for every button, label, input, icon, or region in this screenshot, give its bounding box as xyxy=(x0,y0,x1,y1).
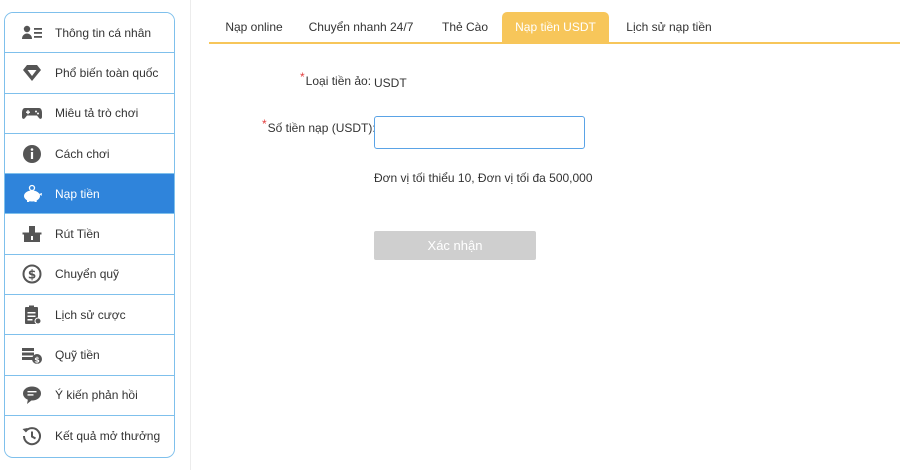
amount-label: *Số tiền nạp (USDT): xyxy=(262,117,376,135)
withdraw-icon xyxy=(21,223,43,245)
tab-usdt-deposit[interactable]: Nạp tiền USDT xyxy=(502,12,609,43)
info-icon xyxy=(21,143,43,165)
amount-label-text: Số tiền nạp (USDT): xyxy=(267,121,376,135)
sidebar-item-national-promo[interactable]: Phổ biến toàn quốc xyxy=(5,53,174,94)
sidebar-item-how-to-play[interactable]: Cách chơi xyxy=(5,133,174,175)
sidebar-item-label: Cách chơi xyxy=(55,146,110,161)
gamepad-icon xyxy=(21,102,43,124)
tab-scratch-card[interactable]: Thẻ Cào xyxy=(434,12,496,43)
piggy-bank-icon xyxy=(21,183,43,205)
currency-label-text: Loại tiền ảo: xyxy=(305,74,372,88)
sidebar-item-label: Quỹ tiền xyxy=(55,348,100,363)
sidebar-item-label: Miêu tả trò chơi xyxy=(55,106,139,121)
svg-text:$: $ xyxy=(34,355,40,364)
dollar-exchange-icon: $ xyxy=(21,263,43,285)
required-mark: * xyxy=(300,70,305,84)
sidebar-item-deposit[interactable]: Nạp tiền xyxy=(5,174,174,215)
user-card-icon xyxy=(21,22,43,44)
sidebar-item-personal-info[interactable]: Thông tin cá nhân xyxy=(5,13,174,54)
deposit-tabs: Nạp online Chuyển nhanh 24/7 Thẻ Cào Nạp… xyxy=(209,12,900,44)
amount-limit-hint: Đơn vị tối thiểu 10, Đơn vị tối đa 500,0… xyxy=(374,171,593,185)
clipboard-icon xyxy=(21,304,43,326)
currency-value: USDT xyxy=(374,76,407,90)
sidebar-item-withdraw[interactable]: Rút Tiền xyxy=(5,214,174,255)
tab-deposit-history[interactable]: Lịch sử nạp tiền xyxy=(619,12,719,43)
diamond-icon xyxy=(21,62,43,84)
history-icon xyxy=(21,425,43,447)
sidebar-item-label: Thông tin cá nhân xyxy=(55,25,152,40)
sidebar-menu: Thông tin cá nhân Phổ biến toàn quốc Miê… xyxy=(4,12,175,458)
coin-stack-icon: $ xyxy=(21,344,43,366)
sidebar-item-label: Nạp tiền xyxy=(55,186,100,201)
svg-text:$: $ xyxy=(28,268,36,282)
sidebar-item-label: Kết quả mở thưởng xyxy=(55,429,161,444)
required-mark: * xyxy=(262,117,267,131)
sidebar-item-wallet[interactable]: $ Quỹ tiền xyxy=(5,335,174,376)
amount-input[interactable] xyxy=(374,116,585,149)
sidebar-item-draw-results[interactable]: Kết quả mở thưởng xyxy=(5,415,174,457)
sidebar-item-label: Phổ biến toàn quốc xyxy=(55,65,159,80)
sidebar-item-feedback[interactable]: Ý kiến phản hồi xyxy=(5,375,174,416)
tab-online-deposit[interactable]: Nạp online xyxy=(216,12,292,43)
chat-bubble-icon xyxy=(21,384,43,406)
sidebar-item-bet-history[interactable]: Lịch sử cược xyxy=(5,295,174,336)
sidebar-item-label: Lịch sử cược xyxy=(55,307,126,322)
content-divider xyxy=(190,0,191,470)
sidebar-item-game-description[interactable]: Miêu tả trò chơi xyxy=(5,93,174,134)
currency-label: *Loại tiền ảo: xyxy=(300,70,372,88)
sidebar-item-label: Ý kiến phản hồi xyxy=(55,388,138,403)
sidebar-item-label: Chuyển quỹ xyxy=(55,267,120,282)
confirm-button[interactable]: Xác nhận xyxy=(374,231,536,260)
sidebar-item-fund-transfer[interactable]: $ Chuyển quỹ xyxy=(5,254,174,296)
sidebar-item-label: Rút Tiền xyxy=(55,227,100,242)
tab-fast-transfer[interactable]: Chuyển nhanh 24/7 xyxy=(304,12,418,43)
